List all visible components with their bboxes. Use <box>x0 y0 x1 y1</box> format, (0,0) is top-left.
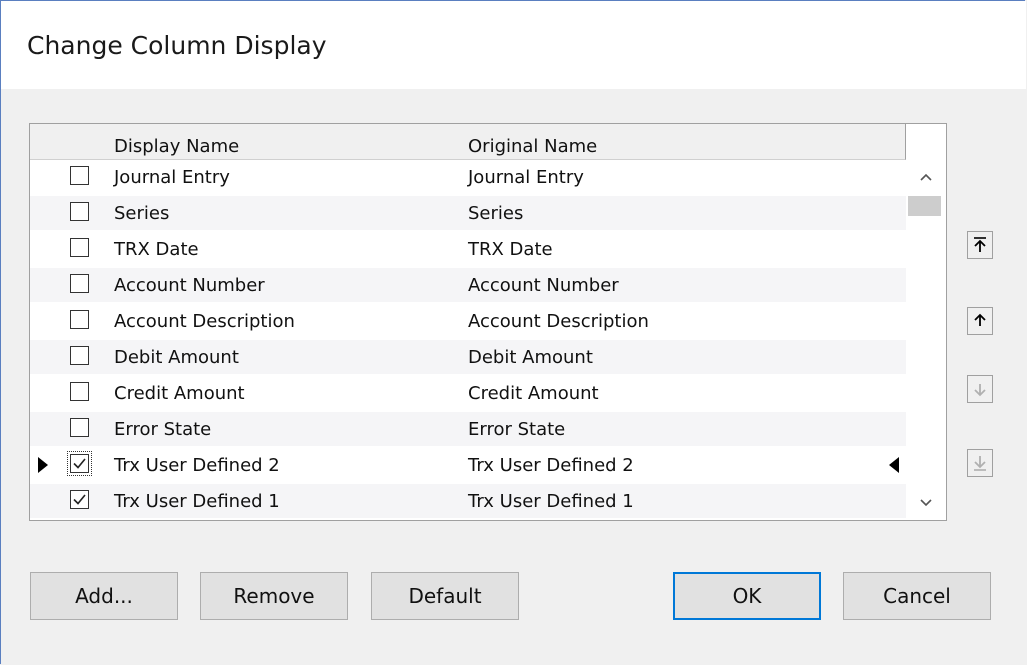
row-checkbox[interactable] <box>70 202 89 221</box>
scroll-thumb[interactable] <box>908 196 941 216</box>
display-name-cell[interactable]: TRX Date <box>114 239 199 260</box>
display-name-cell[interactable]: Journal Entry <box>114 167 230 188</box>
list-row[interactable]: Account Number Account Number <box>30 268 906 302</box>
vertical-scrollbar[interactable] <box>906 160 946 520</box>
original-name-cell: Debit Amount <box>468 347 593 368</box>
arrow-down-icon <box>974 384 986 397</box>
row-checkbox[interactable] <box>70 274 89 293</box>
column-header-original-name[interactable]: Original Name <box>468 136 597 157</box>
scroll-up-icon[interactable] <box>906 160 946 194</box>
row-checkbox[interactable] <box>70 346 89 365</box>
row-checkbox[interactable] <box>70 382 89 401</box>
list-row[interactable]: TRX Date TRX Date <box>30 232 906 266</box>
cancel-button[interactable]: Cancel <box>843 572 991 620</box>
original-name-cell: Error State <box>468 419 566 440</box>
display-name-cell[interactable]: Account Description <box>114 311 295 332</box>
arrow-top-icon <box>974 237 986 252</box>
list-row[interactable]: Journal Entry Journal Entry <box>30 160 906 194</box>
remove-button[interactable]: Remove <box>200 572 348 620</box>
change-column-display-dialog: Change Column Display Display Name Origi… <box>0 0 1026 664</box>
display-name-cell[interactable]: Trx User Defined 1 <box>114 491 280 512</box>
ok-button[interactable]: OK <box>673 572 821 620</box>
current-row-end-indicator-icon <box>889 457 899 473</box>
dialog-title: Change Column Display <box>27 31 327 60</box>
display-name-cell[interactable]: Account Number <box>114 275 265 296</box>
move-to-bottom-button[interactable] <box>967 449 993 477</box>
row-checkbox[interactable] <box>70 490 89 509</box>
display-name-cell[interactable]: Debit Amount <box>114 347 239 368</box>
original-name-cell: Trx User Defined 2 <box>468 455 634 476</box>
row-checkbox[interactable] <box>70 238 89 257</box>
dialog-header: Change Column Display <box>1 1 1026 89</box>
list-row[interactable]: Error State Error State <box>30 412 906 446</box>
list-row[interactable]: Debit Amount Debit Amount <box>30 340 906 374</box>
original-name-cell: Account Number <box>468 275 619 296</box>
original-name-cell: Account Description <box>468 311 649 332</box>
column-list[interactable]: Display Name Original Name Journal Entry… <box>29 123 947 521</box>
column-header-display-name[interactable]: Display Name <box>114 136 239 157</box>
list-row[interactable]: Series Series <box>30 196 906 230</box>
original-name-cell: Journal Entry <box>468 167 584 188</box>
arrow-bottom-icon <box>974 456 986 471</box>
display-name-cell[interactable]: Trx User Defined 2 <box>114 455 280 476</box>
add-button[interactable]: Add... <box>30 572 178 620</box>
list-row[interactable]: Trx User Defined 2 Trx User Defined 2 <box>30 448 906 482</box>
scroll-down-icon[interactable] <box>906 486 946 520</box>
row-checkbox[interactable] <box>70 310 89 329</box>
row-checkbox[interactable] <box>70 418 89 437</box>
list-row[interactable]: Credit Amount Credit Amount <box>30 376 906 410</box>
display-name-cell[interactable]: Credit Amount <box>114 383 245 404</box>
display-name-cell[interactable]: Error State <box>114 419 211 440</box>
original-name-cell: Credit Amount <box>468 383 599 404</box>
move-to-top-button[interactable] <box>967 231 993 259</box>
default-button[interactable]: Default <box>371 572 519 620</box>
checkmark-icon <box>73 458 86 469</box>
original-name-cell: Series <box>468 203 524 224</box>
list-row[interactable]: Account Description Account Description <box>30 304 906 338</box>
row-checkbox[interactable] <box>70 166 89 185</box>
arrow-up-icon <box>974 313 986 326</box>
move-down-button[interactable] <box>967 375 993 403</box>
move-up-button[interactable] <box>967 307 993 335</box>
list-header: Display Name Original Name <box>30 124 906 160</box>
list-row[interactable]: Trx User Defined 1 Trx User Defined 1 <box>30 484 906 518</box>
current-row-indicator-icon <box>38 457 48 473</box>
checkmark-icon <box>73 494 86 505</box>
display-name-cell[interactable]: Series <box>114 203 169 224</box>
original-name-cell: TRX Date <box>468 239 553 260</box>
original-name-cell: Trx User Defined 1 <box>468 491 634 512</box>
row-checkbox[interactable] <box>67 451 92 476</box>
